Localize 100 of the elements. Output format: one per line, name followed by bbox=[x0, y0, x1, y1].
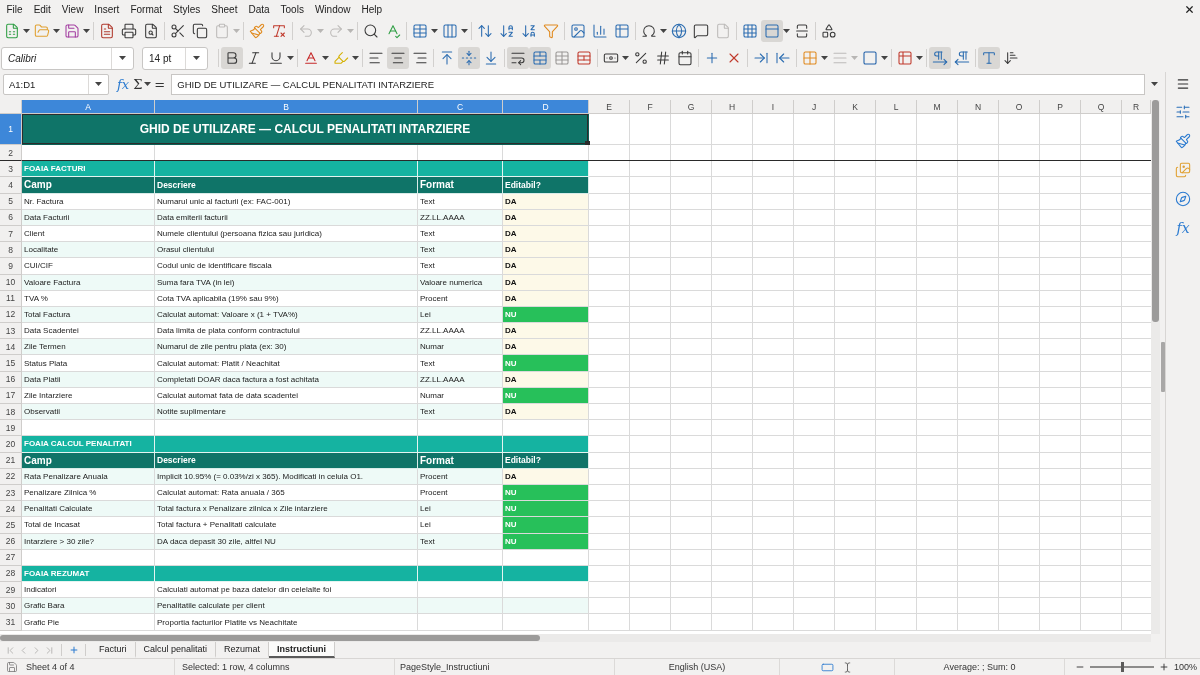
dropdown-caret-icon[interactable] bbox=[660, 29, 667, 33]
menu-item[interactable]: Insert bbox=[88, 3, 125, 15]
column-header[interactable]: I bbox=[753, 100, 794, 114]
menu-item[interactable]: View bbox=[56, 3, 89, 15]
column-header[interactable]: H bbox=[712, 100, 753, 114]
column-header[interactable]: P bbox=[1040, 100, 1081, 114]
column-header[interactable]: D bbox=[503, 100, 589, 114]
sheet-tab[interactable]: Calcul penalitati bbox=[135, 642, 217, 658]
text-cursor-icon[interactable] bbox=[842, 661, 853, 673]
formula-button[interactable]: = bbox=[152, 74, 168, 94]
row-header[interactable]: 4 bbox=[0, 177, 22, 194]
menu-item[interactable]: Styles bbox=[167, 3, 206, 15]
vertical-scrollbar[interactable] bbox=[1151, 100, 1160, 634]
menu-item[interactable]: File bbox=[1, 3, 29, 15]
column-header[interactable]: Q bbox=[1081, 100, 1122, 114]
column-header[interactable]: G bbox=[671, 100, 712, 114]
sidebar-collapse-handle[interactable] bbox=[1160, 342, 1165, 392]
row-header[interactable]: 3 bbox=[0, 161, 22, 178]
menu-item[interactable]: Tools bbox=[275, 3, 310, 15]
merge-center-button[interactable] bbox=[529, 47, 551, 69]
function-wizard-button[interactable]: fx bbox=[115, 74, 132, 94]
dropdown-caret-icon[interactable] bbox=[916, 56, 923, 60]
column-header[interactable]: F bbox=[630, 100, 671, 114]
column-header[interactable]: B bbox=[155, 100, 418, 114]
row-header[interactable]: 2 bbox=[0, 145, 22, 162]
align-middle-button[interactable] bbox=[458, 47, 480, 69]
row-header[interactable]: 13 bbox=[0, 323, 22, 340]
name-box-field[interactable]: A1:D1 bbox=[3, 73, 109, 95]
formula-input-field[interactable]: GHID DE UTILIZARE — CALCUL PENALITATI INTARZIERE bbox=[171, 73, 1145, 95]
column-header[interactable]: J bbox=[794, 100, 835, 114]
dropdown-caret-icon[interactable] bbox=[118, 56, 126, 60]
row-header[interactable]: 15 bbox=[0, 355, 22, 372]
row-header[interactable]: 31 bbox=[0, 614, 22, 631]
dropdown-caret-icon[interactable] bbox=[322, 56, 329, 60]
close-button[interactable] bbox=[1183, 3, 1195, 15]
row-header[interactable]: 1 bbox=[0, 114, 22, 145]
functions-deck-button[interactable]: fx bbox=[1176, 220, 1190, 236]
column-header[interactable]: N bbox=[958, 100, 999, 114]
dropdown-caret-icon[interactable] bbox=[53, 29, 60, 33]
menu-item[interactable]: Edit bbox=[28, 3, 57, 15]
font-size-field[interactable]: 14 pt bbox=[142, 46, 208, 70]
row-header[interactable]: 14 bbox=[0, 339, 22, 356]
scrollbar-thumb[interactable] bbox=[1152, 100, 1159, 322]
dropdown-caret-icon[interactable] bbox=[821, 56, 828, 60]
compass-icon[interactable] bbox=[1175, 191, 1191, 207]
row-header[interactable]: 19 bbox=[0, 420, 22, 437]
sum-button[interactable]: Σ bbox=[131, 74, 145, 94]
row-header[interactable]: 29 bbox=[0, 582, 22, 599]
zoom-in-icon[interactable] bbox=[1159, 662, 1169, 672]
font-name-field[interactable]: Calibri bbox=[1, 46, 134, 70]
dropdown-caret-icon[interactable] bbox=[352, 56, 359, 60]
column-header[interactable]: M bbox=[917, 100, 958, 114]
align-center-button[interactable] bbox=[387, 47, 409, 69]
row-header[interactable]: 30 bbox=[0, 598, 22, 615]
paintbrush-icon[interactable] bbox=[1175, 133, 1191, 149]
menu-item[interactable]: Data bbox=[242, 3, 276, 15]
menu-item[interactable]: Help bbox=[356, 3, 388, 15]
dropdown-caret-icon[interactable] bbox=[881, 56, 888, 60]
zoom-slider-thumb[interactable] bbox=[1121, 662, 1124, 672]
menu-icon[interactable] bbox=[1176, 77, 1190, 91]
pilcrow-left-icon bbox=[954, 50, 970, 66]
printer-icon bbox=[121, 23, 137, 39]
dropdown-caret-icon[interactable] bbox=[1151, 82, 1158, 86]
menu-item[interactable]: Format bbox=[124, 3, 168, 15]
row-header[interactable]: 18 bbox=[0, 404, 22, 421]
column-header[interactable]: E bbox=[589, 100, 630, 114]
sliders-icon[interactable] bbox=[1175, 104, 1191, 120]
menu-item[interactable]: Window bbox=[309, 3, 356, 15]
dropdown-caret-icon[interactable] bbox=[622, 56, 629, 60]
dropdown-caret-icon[interactable] bbox=[431, 29, 438, 33]
column-header[interactable]: O bbox=[999, 100, 1040, 114]
column-header[interactable]: A bbox=[22, 100, 155, 114]
left-to-right-button[interactable] bbox=[929, 47, 951, 69]
row-header[interactable]: 9 bbox=[0, 258, 22, 275]
dropdown-caret-icon[interactable] bbox=[94, 82, 102, 86]
dropdown-caret-icon[interactable] bbox=[144, 82, 152, 86]
menu-item[interactable]: Sheet bbox=[205, 3, 243, 15]
dropdown-caret-icon[interactable] bbox=[23, 29, 30, 33]
row-header[interactable]: 20 bbox=[0, 436, 22, 453]
dropdown-caret-icon[interactable] bbox=[287, 56, 294, 60]
column-header[interactable]: R bbox=[1122, 100, 1151, 114]
row-header[interactable]: 24 bbox=[0, 501, 22, 518]
dropdown-caret-icon[interactable] bbox=[83, 29, 90, 33]
scrollbar-thumb[interactable] bbox=[0, 635, 540, 641]
dropdown-caret-icon[interactable] bbox=[783, 29, 790, 33]
wrap-text-button[interactable] bbox=[507, 47, 529, 69]
bold-button[interactable] bbox=[221, 47, 243, 69]
column-header[interactable]: K bbox=[835, 100, 876, 114]
row-header[interactable]: 25 bbox=[0, 517, 22, 534]
dropdown-caret-icon[interactable] bbox=[461, 29, 468, 33]
horizontal-text-button[interactable] bbox=[978, 47, 1000, 69]
table-icon bbox=[554, 50, 570, 66]
column-header[interactable]: L bbox=[876, 100, 917, 114]
dropdown-caret-icon[interactable] bbox=[192, 56, 200, 60]
sheet-tab[interactable]: Instructiuni bbox=[269, 642, 336, 658]
column-header[interactable]: C bbox=[418, 100, 503, 114]
horizontal-scrollbar[interactable] bbox=[0, 634, 1151, 642]
images-icon[interactable] bbox=[1175, 162, 1191, 178]
sheet-tab[interactable]: Facturi bbox=[91, 642, 136, 658]
row-header[interactable]: 8 bbox=[0, 242, 22, 259]
